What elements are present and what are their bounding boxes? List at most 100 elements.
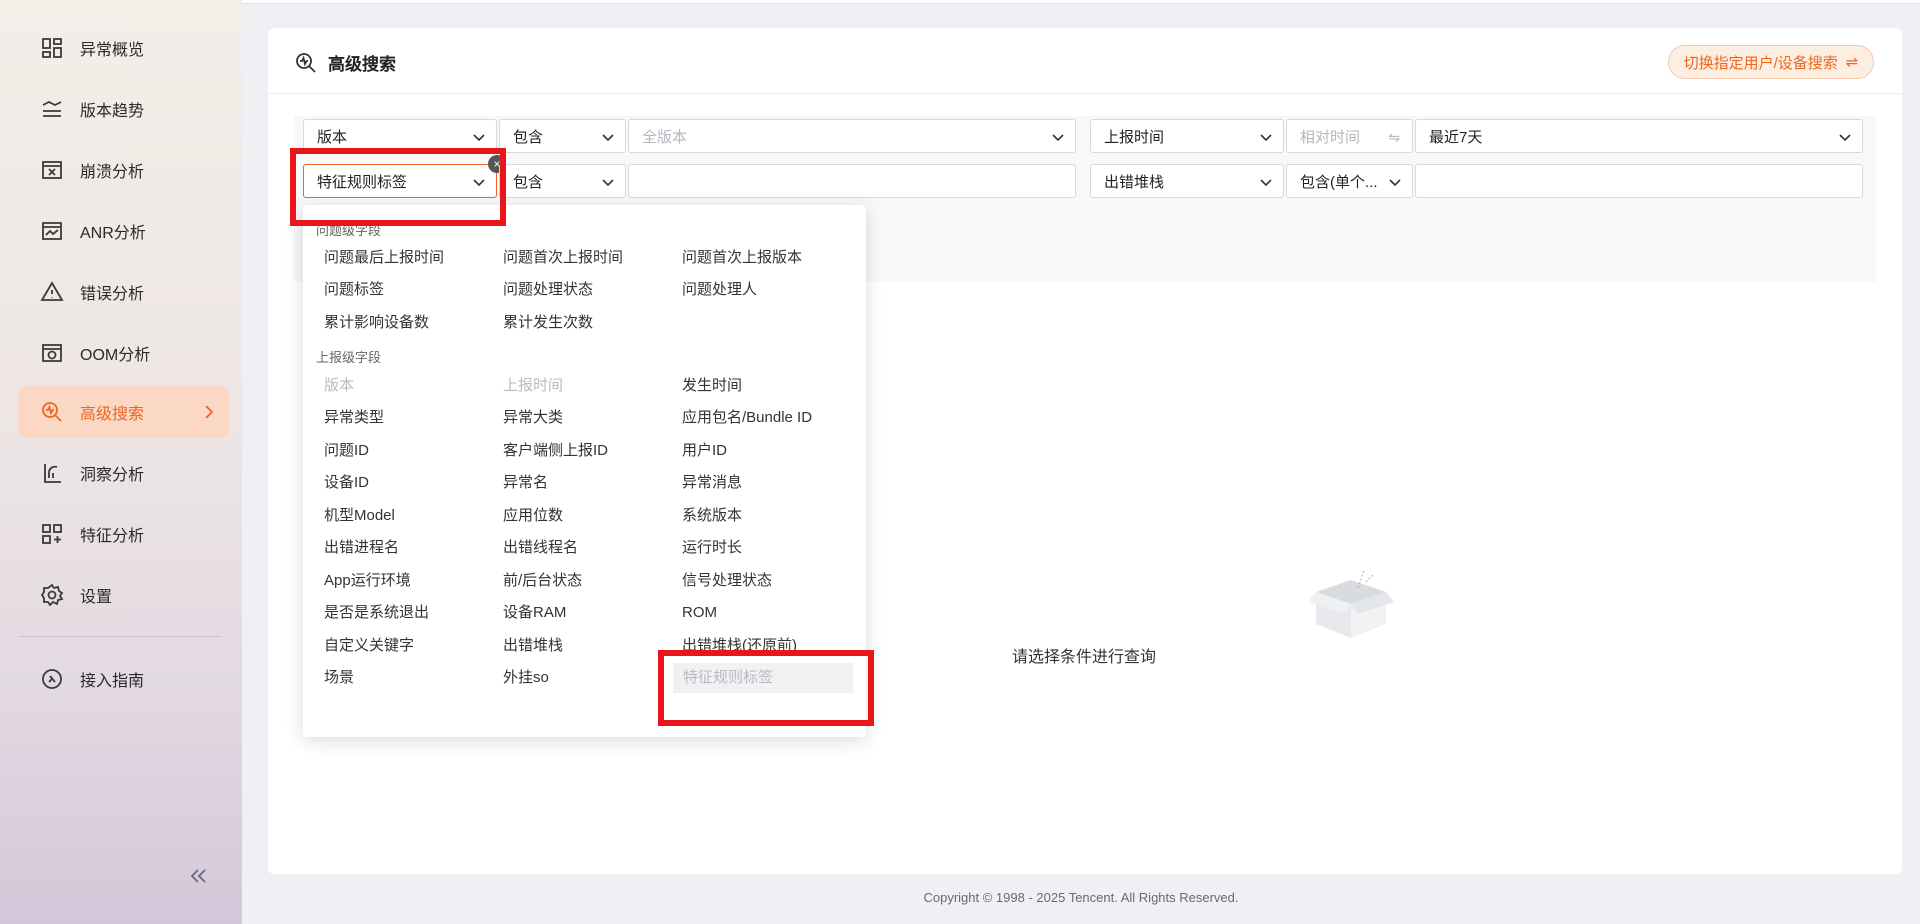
- dropdown-option[interactable]: 问题ID: [314, 436, 369, 466]
- dropdown-option[interactable]: 问题首次上报版本: [672, 243, 802, 273]
- version-value-select[interactable]: 全版本: [628, 119, 1076, 153]
- dropdown-option[interactable]: 外挂so: [493, 663, 549, 693]
- dropdown-option[interactable]: 异常名: [493, 468, 548, 498]
- dropdown-option[interactable]: 运行时长: [672, 533, 742, 563]
- dropdown-option[interactable]: 异常类型: [314, 403, 384, 433]
- dropdown-option[interactable]: 客户端侧上报ID: [493, 436, 608, 466]
- sidebar-divider: [20, 636, 220, 637]
- sidebar-item-label: ANR分析: [80, 225, 146, 242]
- dropdown-option[interactable]: 问题首次上报时间: [493, 243, 623, 273]
- dropdown-option[interactable]: 场景: [314, 663, 354, 693]
- chevron-down-icon: [601, 130, 615, 144]
- sidebar-item-crash[interactable]: 崩溃分析: [18, 144, 229, 196]
- chevron-down-icon: [1051, 130, 1065, 144]
- dropdown-option[interactable]: 出错进程名: [314, 533, 399, 563]
- dropdown-option[interactable]: 自定义关键字: [314, 631, 414, 661]
- dropdown-option[interactable]: 异常消息: [672, 468, 742, 498]
- chevron-down-icon: [601, 175, 615, 189]
- dropdown-option[interactable]: 问题标签: [314, 275, 384, 305]
- dropdown-option[interactable]: 异常大类: [493, 403, 563, 433]
- trend-icon: [40, 97, 64, 121]
- sidebar-item-label: OOM分析: [80, 347, 151, 364]
- operator-select-2[interactable]: 包含: [499, 164, 626, 198]
- compass-icon: [40, 667, 64, 691]
- gear-icon: [40, 583, 64, 607]
- sidebar-item-overview[interactable]: 异常概览: [18, 22, 229, 74]
- sidebar-item-guide[interactable]: 接入指南: [18, 653, 229, 705]
- sidebar-item-label: 特征分析: [80, 528, 145, 545]
- sidebar-item-error[interactable]: 错误分析: [18, 266, 229, 318]
- dropdown-option[interactable]: 出错堆栈(还原前): [672, 631, 797, 661]
- dropdown-option-selected[interactable]: 特征规则标签: [673, 663, 853, 693]
- top-bar: [242, 0, 1920, 4]
- sidebar-item-label: 高级搜索: [80, 406, 145, 423]
- crash-icon: [40, 158, 64, 182]
- dropdown-option[interactable]: 出错堆栈: [493, 631, 563, 661]
- sidebar-item-insight[interactable]: 洞察分析: [18, 447, 229, 499]
- stack-field-select[interactable]: 出错堆栈: [1090, 164, 1284, 198]
- sidebar-item-label: 设置: [80, 589, 113, 606]
- feature-icon: [40, 522, 64, 546]
- switch-user-device-search-button[interactable]: 切换指定用户/设备搜索 ⇌: [1668, 45, 1874, 79]
- page-title: 高级搜索: [294, 50, 396, 75]
- chevron-right-icon: [199, 402, 219, 422]
- chevron-down-icon: [1388, 175, 1402, 189]
- dropdown-option[interactable]: 发生时间: [672, 371, 742, 401]
- swap-icon: ⇌: [1845, 54, 1859, 71]
- dropdown-option[interactable]: 应用包名/Bundle ID: [672, 403, 812, 433]
- collapse-sidebar-icon[interactable]: [186, 864, 210, 888]
- stack-operator-select[interactable]: 包含(单个...: [1286, 164, 1413, 198]
- sidebar-item-oom[interactable]: OOM分析: [18, 327, 229, 379]
- dropdown-option[interactable]: App运行环境: [314, 566, 411, 596]
- dropdown-option[interactable]: 前/后台状态: [493, 566, 582, 596]
- chevron-down-icon: [1259, 130, 1273, 144]
- anr-icon: [40, 219, 64, 243]
- dropdown-option[interactable]: 应用位数: [493, 501, 563, 531]
- dropdown-option[interactable]: 用户ID: [672, 436, 727, 466]
- dropdown-option[interactable]: 机型Model: [314, 501, 395, 531]
- sidebar-item-label: 洞察分析: [80, 467, 145, 484]
- chevron-down-icon: [472, 175, 486, 189]
- sidebar-item-label: 崩溃分析: [80, 164, 145, 181]
- dropdown-option[interactable]: 累计发生次数: [493, 308, 593, 338]
- operator-select-1[interactable]: 包含: [499, 119, 626, 153]
- time-mode-toggle[interactable]: 相对时间 ⇋: [1286, 119, 1413, 153]
- sidebar-item-settings[interactable]: 设置: [18, 569, 229, 621]
- dropdown-option[interactable]: 设备RAM: [493, 598, 566, 628]
- dropdown-option[interactable]: 问题处理状态: [493, 275, 593, 305]
- swap-icon: ⇋: [1388, 129, 1400, 145]
- dropdown-option[interactable]: 问题处理人: [672, 275, 757, 305]
- dropdown-option-disabled: 版本: [324, 377, 355, 394]
- feature-tag-value-input[interactable]: [628, 164, 1076, 198]
- stack-value-input[interactable]: [1415, 164, 1863, 198]
- dropdown-option[interactable]: 是否是系统退出: [314, 598, 429, 628]
- sidebar-item-feature[interactable]: 特征分析: [18, 508, 229, 560]
- field-select-feature-tag[interactable]: 特征规则标签: [303, 164, 497, 198]
- sidebar-item-anr[interactable]: ANR分析: [18, 205, 229, 257]
- sidebar-item-label: 接入指南: [80, 673, 145, 690]
- warning-icon: [40, 280, 64, 304]
- footer-copyright: Copyright © 1998 - 2025 Tencent. All Rig…: [923, 890, 1239, 905]
- dropdown-option[interactable]: 累计影响设备数: [314, 308, 429, 338]
- dropdown-option[interactable]: 问题最后上报时间: [314, 243, 444, 273]
- sidebar-item-label: 版本趋势: [80, 103, 145, 120]
- advanced-search-icon: [296, 52, 316, 73]
- dropdown-option[interactable]: 设备ID: [314, 468, 369, 498]
- sidebar-item-version-trend[interactable]: 版本趋势: [18, 83, 229, 135]
- sidebar: 异常概览 版本趋势 崩溃分析 ANR分析 错误分析 OOM分析 高级搜索 洞察分…: [0, 0, 242, 924]
- dropdown-option[interactable]: 信号处理状态: [672, 566, 772, 596]
- field-select-version[interactable]: 版本: [303, 119, 497, 153]
- field-dropdown-menu: 问题级字段 问题最后上报时间 问题首次上报时间 问题首次上报版本 问题标签 问题…: [303, 205, 866, 737]
- dropdown-option[interactable]: ROM: [672, 598, 717, 628]
- empty-state-text: 请选择条件进行查询: [1011, 649, 1156, 666]
- time-field-select[interactable]: 上报时间: [1090, 119, 1284, 153]
- insight-icon: [40, 461, 64, 485]
- oom-icon: [40, 341, 64, 365]
- sidebar-item-advanced-search[interactable]: 高级搜索: [18, 386, 229, 438]
- time-range-select[interactable]: 最近7天: [1415, 119, 1863, 153]
- empty-box-icon: [1308, 569, 1394, 638]
- dropdown-option[interactable]: 系统版本: [672, 501, 742, 531]
- chevron-down-icon: [1838, 130, 1852, 144]
- chevron-down-icon: [472, 130, 486, 144]
- dropdown-option[interactable]: 出错线程名: [493, 533, 578, 563]
